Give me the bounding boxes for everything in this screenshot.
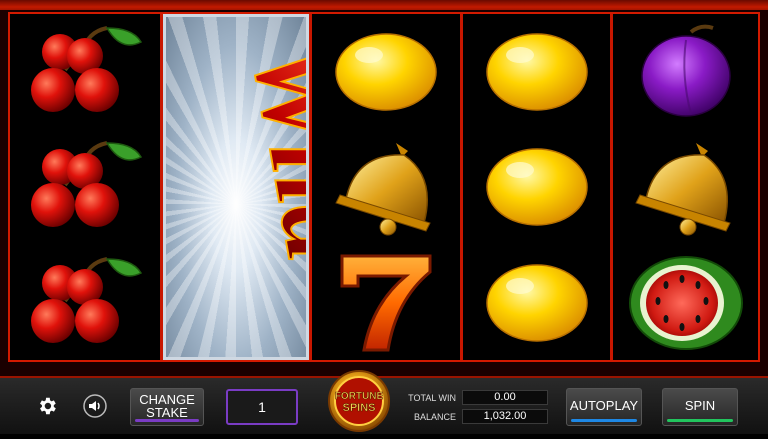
change-stake-indicator	[135, 419, 199, 422]
autoplay-indicator	[571, 419, 637, 422]
wild-text: Wild	[227, 31, 306, 273]
lemon-icon	[463, 245, 610, 360]
reel-5	[613, 14, 758, 360]
balance-value: 1,032.00	[462, 409, 548, 424]
total-win-value: 0.00	[462, 390, 548, 405]
stake-value-display: 1	[226, 389, 298, 425]
autoplay-label: AUTOPLAY	[569, 398, 639, 413]
cherries-icon	[10, 129, 160, 244]
spin-indicator	[667, 419, 733, 422]
reel-1	[10, 14, 160, 360]
lemon-icon	[312, 14, 460, 129]
reel-area: Wild	[8, 12, 760, 362]
change-stake-label-line2: STAKE	[146, 405, 188, 420]
change-stake-button[interactable]: CHANGE STAKE	[130, 388, 204, 426]
autoplay-button[interactable]: AUTOPLAY	[566, 388, 642, 426]
spin-button[interactable]: SPIN	[662, 388, 738, 426]
watermelon-icon	[613, 245, 758, 360]
total-win-label: TOTAL WIN	[408, 393, 456, 403]
reel-4	[463, 14, 610, 360]
wild-symbol: Wild	[163, 14, 309, 360]
cherries-icon	[10, 14, 160, 129]
seven-icon	[312, 245, 460, 360]
plum-icon	[613, 14, 758, 129]
cherries-icon	[10, 245, 160, 360]
bell-icon	[613, 129, 758, 244]
svg-text:Wild: Wild	[228, 32, 306, 272]
svg-text:SPINS: SPINS	[342, 402, 375, 414]
sound-icon[interactable]	[82, 393, 108, 419]
settings-gear-icon[interactable]	[34, 393, 60, 419]
spin-label: SPIN	[684, 398, 716, 413]
fortune-spins-logo: FORTUNE SPINS	[324, 368, 394, 434]
svg-text:FORTUNE: FORTUNE	[335, 391, 384, 402]
bell-icon	[312, 129, 460, 244]
balance-label: BALANCE	[413, 412, 456, 422]
lemon-icon	[463, 14, 610, 129]
reel-3	[312, 14, 460, 360]
lemon-icon	[463, 129, 610, 244]
